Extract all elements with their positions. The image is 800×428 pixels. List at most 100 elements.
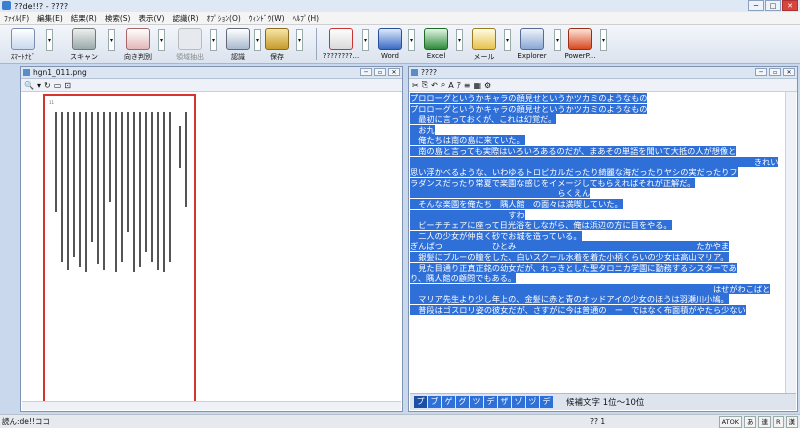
image-pane-close[interactable]: ✕ xyxy=(388,68,400,76)
candidate-char[interactable]: ゾ xyxy=(512,396,525,408)
ime-conversion[interactable]: 連 xyxy=(758,416,771,428)
word-button[interactable]: Word xyxy=(374,25,406,63)
rotate-icon[interactable]: ↻ xyxy=(44,81,51,90)
word-dropdown[interactable]: ▾ xyxy=(408,29,415,51)
scan-button[interactable]: スキャン xyxy=(64,25,104,63)
close-button[interactable]: ✕ xyxy=(782,0,798,11)
mail-button[interactable]: メール xyxy=(468,25,500,63)
text-pane-restore[interactable]: ▫ xyxy=(769,68,781,76)
save-button[interactable]: 保存 xyxy=(262,25,292,63)
text-line[interactable]: り、隅人館の顧問でもある。 xyxy=(410,273,785,284)
menu-file[interactable]: ﾌｧｲﾙ(F) xyxy=(0,13,33,24)
select-tool-icon[interactable]: ▾ xyxy=(37,81,41,90)
text-pane-header: ???? ─ ▫ ✕ xyxy=(409,67,797,79)
fit-icon[interactable]: ⊡ xyxy=(64,81,71,90)
menu-options[interactable]: ｵﾌﾟｼｮﾝ(O) xyxy=(203,13,245,24)
scan-dropdown[interactable]: ▾ xyxy=(108,29,115,51)
text-pane-minimize[interactable]: ─ xyxy=(755,68,767,76)
text-line[interactable]: 見た目通り正真正銘の幼女だが、れっきとした聖タロニカ学園に勤務するシスターであ xyxy=(410,262,785,274)
text-line[interactable]: お九 xyxy=(410,124,785,136)
text-line-content: 最初に言っておくが、これは幻覚だ。 xyxy=(410,114,557,125)
format-icon[interactable]: ≡ xyxy=(464,81,471,90)
text-line[interactable]: 普段はゴスロリ姿の彼女だが、さすがに今は普通の ー ではなく布面積がやたら少ない xyxy=(410,304,785,316)
text-line[interactable]: らくえん xyxy=(410,188,785,199)
minimize-button[interactable]: ─ xyxy=(748,0,764,11)
candidate-char[interactable]: ヅ xyxy=(526,396,539,408)
candidate-char[interactable]: グ xyxy=(456,396,469,408)
recognize-button[interactable]: 認識 xyxy=(222,25,254,63)
text-line[interactable]: ビーチチェアに座って日光浴をしながら、俺は浜辺の方に目をやる。 xyxy=(410,220,785,231)
text-line[interactable]: 南の島と言っても実際はいろいろあるのだが、まあその単語を聞いて大抵の人が想像と xyxy=(410,145,785,157)
ime-kanji[interactable]: 漢 xyxy=(785,416,798,428)
text-line[interactable]: すわ xyxy=(410,209,785,221)
candidate-char[interactable]: デ xyxy=(484,396,497,408)
export-app-button[interactable]: ????????... xyxy=(322,25,360,63)
ruby-icon[interactable]: ｱ xyxy=(457,80,461,91)
smart-navi-button[interactable]: ｽﾏｰﾄﾅﾋﾞ xyxy=(4,25,42,63)
smart-navi-dropdown[interactable]: ▾ xyxy=(46,29,53,51)
powerpoint-button[interactable]: PowerP... xyxy=(562,25,598,63)
excel-dropdown[interactable]: ▾ xyxy=(456,29,463,51)
explorer-dropdown[interactable]: ▾ xyxy=(554,29,561,51)
text-line[interactable]: 俺たちは南の島に来ていた。 xyxy=(410,135,785,146)
cut-icon[interactable]: ✂ xyxy=(412,81,419,90)
candidate-char[interactable]: ブ xyxy=(428,396,441,408)
menu-help[interactable]: ﾍﾙﾌﾟ(H) xyxy=(289,13,324,24)
mail-dropdown[interactable]: ▾ xyxy=(504,29,511,51)
menu-window[interactable]: ｳｨﾝﾄﾞｳ(W) xyxy=(245,13,289,24)
save-dropdown[interactable]: ▾ xyxy=(296,29,303,51)
ime-mode[interactable]: あ xyxy=(743,416,757,428)
text-line[interactable]: 思い浮かべるような、いわゆるトロピカルだったり綺麗な海だったりヤシの実だったりフ xyxy=(410,167,785,178)
text-line[interactable]: はせがわこばと xyxy=(410,283,785,295)
area-extract-dropdown[interactable]: ▾ xyxy=(210,29,217,51)
image-pane-restore[interactable]: ▫ xyxy=(374,68,386,76)
text-line[interactable]: 二人の少女が仲良く砂でお城を造っている。 xyxy=(410,230,785,242)
area-tool-icon[interactable]: ▭ xyxy=(54,81,62,90)
text-line[interactable]: ぎんぱつ ひとみ たかやま xyxy=(410,241,785,252)
menu-search[interactable]: 検索(S) xyxy=(101,13,135,24)
candidate-char[interactable]: デ xyxy=(540,396,553,408)
excel-button[interactable]: Excel xyxy=(420,25,452,63)
image-pane-scrollbar[interactable] xyxy=(22,401,401,410)
text-pane-close[interactable]: ✕ xyxy=(783,68,795,76)
ime-romaji[interactable]: R xyxy=(772,416,784,428)
orientation-dropdown[interactable]: ▾ xyxy=(158,29,165,51)
text-column xyxy=(91,112,93,242)
candidate-char[interactable]: ツ xyxy=(470,396,483,408)
menu-result[interactable]: 結果(R) xyxy=(67,13,101,24)
area-extract-button[interactable]: 領域抽出 xyxy=(170,25,210,63)
orientation-button[interactable]: 向き判別 xyxy=(118,25,158,63)
text-line[interactable]: プロローグというかキャラの顔見せというかツカミのようなもの xyxy=(410,103,785,115)
find-icon[interactable]: ⌕ xyxy=(441,80,445,90)
menu-recognize[interactable]: 認識(R) xyxy=(168,13,202,24)
zoom-icon[interactable]: 🔍 xyxy=(24,81,34,90)
ime-atok[interactable]: ATOK xyxy=(718,416,742,428)
menu-edit[interactable]: 編集(E) xyxy=(33,13,67,24)
text-line[interactable]: そんな楽園を俺たち 隅人館 の面々は満喫していた。 xyxy=(410,198,785,210)
text-line[interactable]: 銀髪にブルーの瞳をした、白いスクール水着を着た小柄くらいの少女は高山マリア。 xyxy=(410,251,785,263)
candidate-char[interactable]: プ xyxy=(414,396,427,408)
menu-view[interactable]: 表示(V) xyxy=(134,13,168,24)
export-app-dropdown[interactable]: ▾ xyxy=(362,29,369,51)
copy-icon[interactable]: ⎘ xyxy=(422,80,428,90)
text-line[interactable]: ラダンスだったり常夏で楽園な感じをイメージしてもらえればそれが正解だ。 xyxy=(410,177,785,189)
image-pane-minimize[interactable]: ─ xyxy=(360,68,372,76)
text-line[interactable]: プロローグというかキャラの顔見せというかツカミのようなもの xyxy=(410,93,785,104)
recognized-text-area[interactable]: プロローグというかキャラの顔見せというかツカミのようなもの プロローグというかキ… xyxy=(410,92,785,393)
text-pane-title: ???? xyxy=(421,68,437,77)
font-icon[interactable]: A xyxy=(448,81,453,90)
layout-icon[interactable]: ▦ xyxy=(473,81,481,90)
settings-icon[interactable]: ⚙ xyxy=(484,81,491,90)
text-pane-scrollbar[interactable] xyxy=(785,92,796,393)
text-line[interactable]: マリア先生より少し年上の、金髪に赤と青のオッドアイの少女のほうは羽瀬川小鳩。 xyxy=(410,294,785,305)
maximize-button[interactable]: □ xyxy=(765,0,781,11)
candidate-char[interactable]: ザ xyxy=(498,396,511,408)
candidate-char[interactable]: ゲ xyxy=(442,396,455,408)
explorer-button[interactable]: Explorer xyxy=(512,25,552,63)
text-line[interactable]: 最初に言っておくが、これは幻覚だ。 xyxy=(410,114,785,125)
text-line[interactable]: きれい xyxy=(410,156,785,168)
undo-icon[interactable]: ↶ xyxy=(431,81,438,90)
powerpoint-dropdown[interactable]: ▾ xyxy=(600,29,607,51)
recognize-dropdown[interactable]: ▾ xyxy=(254,29,261,51)
scanned-page-image[interactable]: 11 xyxy=(43,94,196,410)
